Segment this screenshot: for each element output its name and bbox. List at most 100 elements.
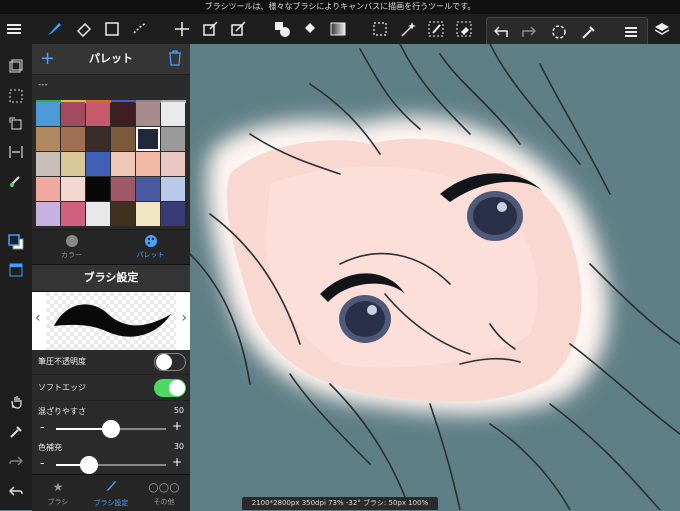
transform-tool-icon[interactable]: [198, 17, 222, 41]
soft-edge-row: ソフトエッジ: [32, 376, 190, 401]
layers-icon[interactable]: [650, 17, 674, 41]
hand-icon[interactable]: [4, 390, 28, 414]
pressure-opacity-row: 筆圧不透明度: [32, 350, 190, 375]
blend-slider-thumb[interactable]: [102, 420, 120, 438]
palette-swatch[interactable]: [36, 102, 60, 126]
menu-icon[interactable]: [2, 17, 26, 41]
tab-color[interactable]: カラー: [32, 230, 111, 265]
tab-brush[interactable]: ★ ブラシ: [32, 475, 84, 511]
redo-side-icon[interactable]: [4, 450, 28, 474]
palette-swatch[interactable]: [161, 102, 185, 126]
palette-swatch[interactable]: [136, 177, 160, 201]
pressure-opacity-label: 筆圧不透明度: [38, 357, 86, 366]
palette-swatch[interactable]: [36, 152, 60, 176]
color-swatch-icon[interactable]: [4, 230, 28, 254]
undo-side-icon[interactable]: [4, 480, 28, 504]
palette-swatch[interactable]: [111, 127, 135, 151]
color-fill-slider[interactable]: [56, 456, 166, 474]
pen-color-icon[interactable]: [4, 168, 28, 192]
window-icon[interactable]: [4, 258, 28, 282]
brush-stroke-preview: [46, 292, 176, 350]
palette-swatch[interactable]: [161, 177, 185, 201]
layer-panel-icon[interactable]: [4, 54, 28, 78]
color-fill-plus-button[interactable]: +: [172, 455, 182, 469]
color-tabs: カラー パレット: [32, 229, 190, 265]
palette-swatch[interactable]: [61, 127, 85, 151]
blend-plus-button[interactable]: +: [172, 419, 182, 433]
rotate-icon[interactable]: [4, 112, 28, 136]
more-icon: ○○○: [148, 480, 180, 494]
palette-swatch[interactable]: [61, 202, 85, 226]
eyedropper-icon[interactable]: [4, 420, 28, 444]
lasso-fill-icon[interactable]: [547, 20, 571, 44]
palette-title: パレット: [89, 52, 133, 65]
tab-other[interactable]: ○○○ その他: [138, 475, 190, 511]
palette-swatch[interactable]: [86, 152, 110, 176]
palette-swatch[interactable]: [61, 177, 85, 201]
shape-tool-icon[interactable]: [100, 17, 124, 41]
drawing-canvas[interactable]: [190, 44, 680, 510]
palette-swatch[interactable]: [36, 202, 60, 226]
palette-swatch[interactable]: [61, 152, 85, 176]
pressure-opacity-toggle[interactable]: [154, 353, 186, 371]
next-brush-icon[interactable]: ›: [181, 310, 187, 326]
eyedropper-quick-icon[interactable]: [577, 20, 601, 44]
flip-icon[interactable]: [4, 140, 28, 164]
redo-icon[interactable]: [517, 20, 541, 44]
blend-slider[interactable]: [56, 420, 166, 438]
palette-grid: [36, 102, 186, 226]
palette-swatch[interactable]: [86, 102, 110, 126]
palette-swatch[interactable]: [136, 102, 160, 126]
palette-swatch[interactable]: [111, 177, 135, 201]
palette-swatch[interactable]: [86, 127, 110, 151]
blend-minus-button[interactable]: -: [40, 420, 44, 434]
palette-swatch[interactable]: [111, 202, 135, 226]
palette-swatch[interactable]: [136, 202, 160, 226]
distort-tool-icon[interactable]: [226, 17, 250, 41]
palette-swatch[interactable]: [136, 152, 160, 176]
select-eraser-icon[interactable]: [452, 17, 476, 41]
brush-tool-icon[interactable]: [42, 17, 66, 41]
palette-swatch[interactable]: [36, 127, 60, 151]
select-pen-icon[interactable]: [424, 17, 448, 41]
undo-icon[interactable]: [489, 20, 513, 44]
more-menu-icon[interactable]: [619, 20, 643, 44]
palette-swatch[interactable]: [36, 177, 60, 201]
magic-wand-icon[interactable]: [396, 17, 420, 41]
select-tool-icon[interactable]: [368, 17, 392, 41]
trash-icon[interactable]: [168, 50, 182, 66]
bucket-tool-icon[interactable]: [298, 17, 322, 41]
add-palette-icon[interactable]: +: [40, 48, 55, 70]
palette-swatch[interactable]: [161, 152, 185, 176]
eraser-tool-icon[interactable]: [72, 17, 96, 41]
tab-palette[interactable]: パレット: [111, 230, 190, 265]
prev-brush-icon[interactable]: ‹: [35, 310, 41, 326]
palette-swatch[interactable]: [136, 127, 160, 151]
color-fill-minus-button[interactable]: -: [40, 456, 44, 470]
blend-value: 50: [173, 406, 184, 415]
palette-swatch[interactable]: [111, 102, 135, 126]
gradient-tool-icon[interactable]: [326, 17, 350, 41]
brush-icon: [85, 480, 137, 495]
brush-preview[interactable]: ‹ ›: [32, 292, 190, 350]
snap-tool-icon[interactable]: [128, 17, 152, 41]
palette-swatch[interactable]: [161, 202, 185, 226]
tool-tip-bar: ブラシツールは、様々なブラシによりキャンバスに描画を行うツールです。: [0, 0, 680, 14]
color-fill-slider-thumb[interactable]: [80, 456, 98, 474]
palette-swatch[interactable]: [161, 127, 185, 151]
palette-swatch[interactable]: [86, 177, 110, 201]
brush-panel: パレット + --- カラー パレット ブラシ設定 ‹ › 筆圧不透明度 ソフト…: [32, 44, 191, 511]
move-tool-icon[interactable]: [170, 17, 194, 41]
selection-icon[interactable]: [4, 84, 28, 108]
color-fill-value: 30: [173, 442, 184, 451]
fill-color-icon[interactable]: [270, 17, 294, 41]
soft-edge-toggle[interactable]: [154, 379, 186, 397]
tab-other-label: その他: [153, 498, 175, 506]
palette-swatch[interactable]: [86, 202, 110, 226]
tab-brush-settings[interactable]: ブラシ設定: [85, 475, 137, 511]
palette-swatch[interactable]: [61, 102, 85, 126]
artwork: [190, 44, 680, 510]
palette-swatch[interactable]: [111, 152, 135, 176]
star-icon: ★: [52, 480, 64, 494]
palette-icon: [144, 235, 157, 247]
